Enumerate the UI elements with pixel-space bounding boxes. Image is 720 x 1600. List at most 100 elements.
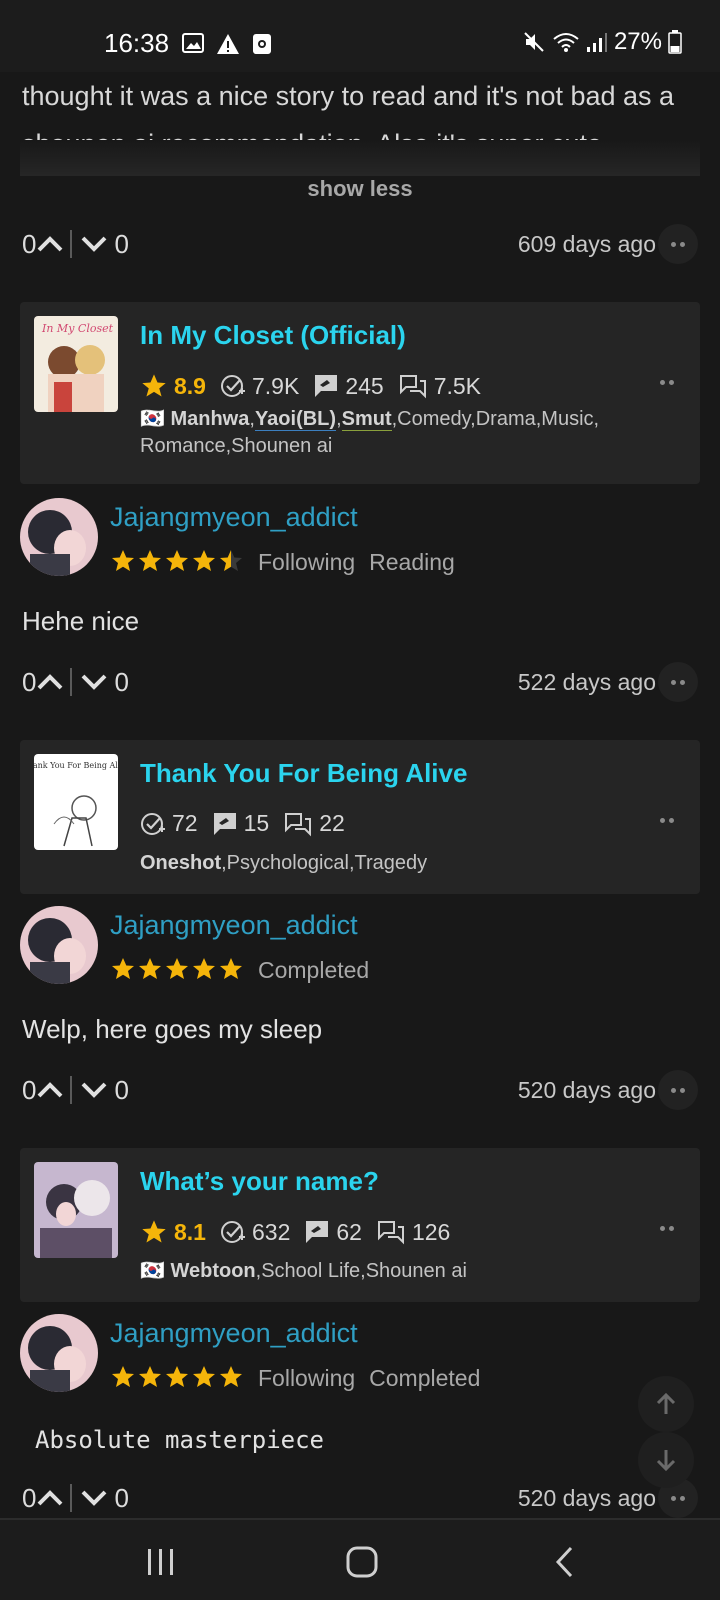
tag-yaoi[interactable]: Yaoi(BL) (254, 408, 337, 431)
korea-flag-icon: 🇰🇷 (140, 408, 165, 430)
vote-row: 0 0 520 days ago (22, 1070, 698, 1110)
image-icon (182, 33, 204, 53)
upvote-icon[interactable] (36, 672, 64, 692)
avatar[interactable] (20, 1314, 98, 1392)
review-icon (315, 375, 338, 397)
scroll-up-button[interactable] (638, 1376, 694, 1432)
comment-text: Absolute masterpiece (35, 1426, 324, 1454)
vote-divider (70, 1076, 73, 1104)
tags-rest: ,Psychological,Tragedy (221, 852, 428, 874)
show-less-button[interactable]: show less (0, 176, 720, 202)
recent-apps-icon (148, 1549, 173, 1575)
manga-title[interactable]: Thank You For Being Alive (140, 758, 467, 789)
cover-image: In My Closet (34, 316, 118, 412)
follow-check-icon (141, 812, 165, 835)
manga-card[interactable]: In My Closet In My Closet (Official) 8.9… (20, 302, 700, 484)
comment-text: Welp, here goes my sleep (22, 1014, 323, 1044)
username[interactable]: Jajangmyeon_addict (110, 910, 358, 941)
more-options-button[interactable] (658, 224, 698, 264)
manga-stats: 8.1 632 62 126 (140, 1218, 464, 1246)
manga-type[interactable]: Webtoon (170, 1260, 255, 1282)
vote-divider (70, 668, 73, 696)
review-count: 15 (243, 810, 270, 836)
korea-flag-icon: 🇰🇷 (140, 1260, 165, 1282)
downvote-icon[interactable] (80, 234, 108, 254)
manga-type[interactable]: Oneshot (140, 852, 221, 874)
comments-icon (285, 812, 312, 836)
follow-count: 72 (172, 810, 198, 836)
status-reading: Reading (369, 548, 455, 575)
card-more-button[interactable] (660, 818, 674, 823)
back-button[interactable] (534, 1538, 594, 1586)
downvote-count: 0 (114, 1074, 129, 1105)
warning-icon (217, 34, 239, 54)
downvote-icon[interactable] (80, 1488, 108, 1508)
mute-icon (524, 32, 544, 52)
more-options-button[interactable] (658, 662, 698, 702)
upvote-icon[interactable] (36, 1488, 64, 1508)
scroll-down-button[interactable] (638, 1432, 694, 1488)
user-header: Jajangmyeon_addict Following Completed (20, 1314, 700, 1394)
user-header: Jajangmyeon_addict Following Reading (20, 498, 700, 578)
clock: 16:38 (104, 28, 170, 58)
manga-tags: 🇰🇷 Webtoon,School Life,Shounen ai (140, 1258, 660, 1285)
vote-row: 0 0 522 days ago (22, 662, 698, 702)
card-more-button[interactable] (660, 380, 674, 385)
review-icon (306, 1221, 329, 1243)
more-options-button[interactable] (658, 1070, 698, 1110)
manga-card[interactable]: Thank You For Being Alive Thank You For … (20, 740, 700, 894)
arrow-down-icon (656, 1450, 676, 1472)
review-icon (213, 812, 236, 835)
manga-title[interactable]: In My Closet (Official) (140, 320, 406, 351)
review-fade (20, 140, 700, 176)
screen-record-icon (253, 34, 271, 54)
upvote-count: 0 (22, 228, 37, 259)
tags-rest: ,School Life,Shounen ai (255, 1260, 467, 1282)
comment-count: 7.5K (433, 372, 482, 399)
status-bar: 16:38 27% (0, 0, 720, 72)
navigation-bar (0, 1518, 720, 1600)
cover-image: Thank You For Being Alive (34, 754, 118, 850)
manga-card[interactable]: What’s your name? 8.1 632 62 126 🇰🇷 Webt… (20, 1148, 700, 1302)
vote-divider (70, 230, 73, 258)
wifi-icon (553, 33, 579, 52)
vote-row: 0 0 609 days ago (22, 224, 698, 264)
comment-time: 522 days ago (517, 668, 656, 695)
upvote-icon[interactable] (36, 1080, 64, 1100)
upvote-count: 0 (22, 1482, 37, 1513)
status-completed: Completed (258, 956, 370, 983)
username[interactable]: Jajangmyeon_addict (110, 1318, 358, 1349)
back-icon (555, 1546, 573, 1578)
follow-count: 7.9K (251, 372, 300, 399)
vote-divider (70, 1484, 73, 1512)
status-completed: Completed (369, 1364, 481, 1391)
upvote-icon[interactable] (36, 234, 64, 254)
manga-title[interactable]: What’s your name? (140, 1166, 379, 1197)
recent-apps-button[interactable] (131, 1538, 191, 1586)
manga-type[interactable]: Manhwa (170, 408, 249, 430)
home-button[interactable] (332, 1538, 392, 1586)
follow-check-icon (220, 375, 245, 397)
tag-smut[interactable]: Smut (341, 408, 392, 431)
arrow-up-icon (656, 1392, 676, 1414)
comment-time: 520 days ago (517, 1484, 656, 1511)
battery-percent: 27% (613, 28, 662, 55)
status-following: Following (258, 1364, 356, 1391)
avatar[interactable] (20, 498, 98, 576)
username[interactable]: Jajangmyeon_addict (110, 502, 358, 533)
manga-stats: 8.9 7.9K 245 7.5K (140, 372, 495, 400)
manga-rating: 8.1 (174, 1218, 206, 1245)
follow-count: 632 (251, 1218, 291, 1245)
status-following: Following (258, 548, 356, 575)
manga-tags: Oneshot,Psychological,Tragedy (140, 850, 660, 877)
comment-time: 520 days ago (517, 1076, 656, 1103)
avatar[interactable] (20, 906, 98, 984)
downvote-icon[interactable] (80, 1080, 108, 1100)
downvote-icon[interactable] (80, 672, 108, 692)
follow-check-icon (220, 1221, 245, 1243)
card-more-button[interactable] (660, 1226, 674, 1231)
downvote-count: 0 (114, 666, 129, 697)
star-icon (142, 374, 166, 397)
home-icon (346, 1546, 378, 1578)
downvote-count: 0 (114, 1482, 129, 1513)
